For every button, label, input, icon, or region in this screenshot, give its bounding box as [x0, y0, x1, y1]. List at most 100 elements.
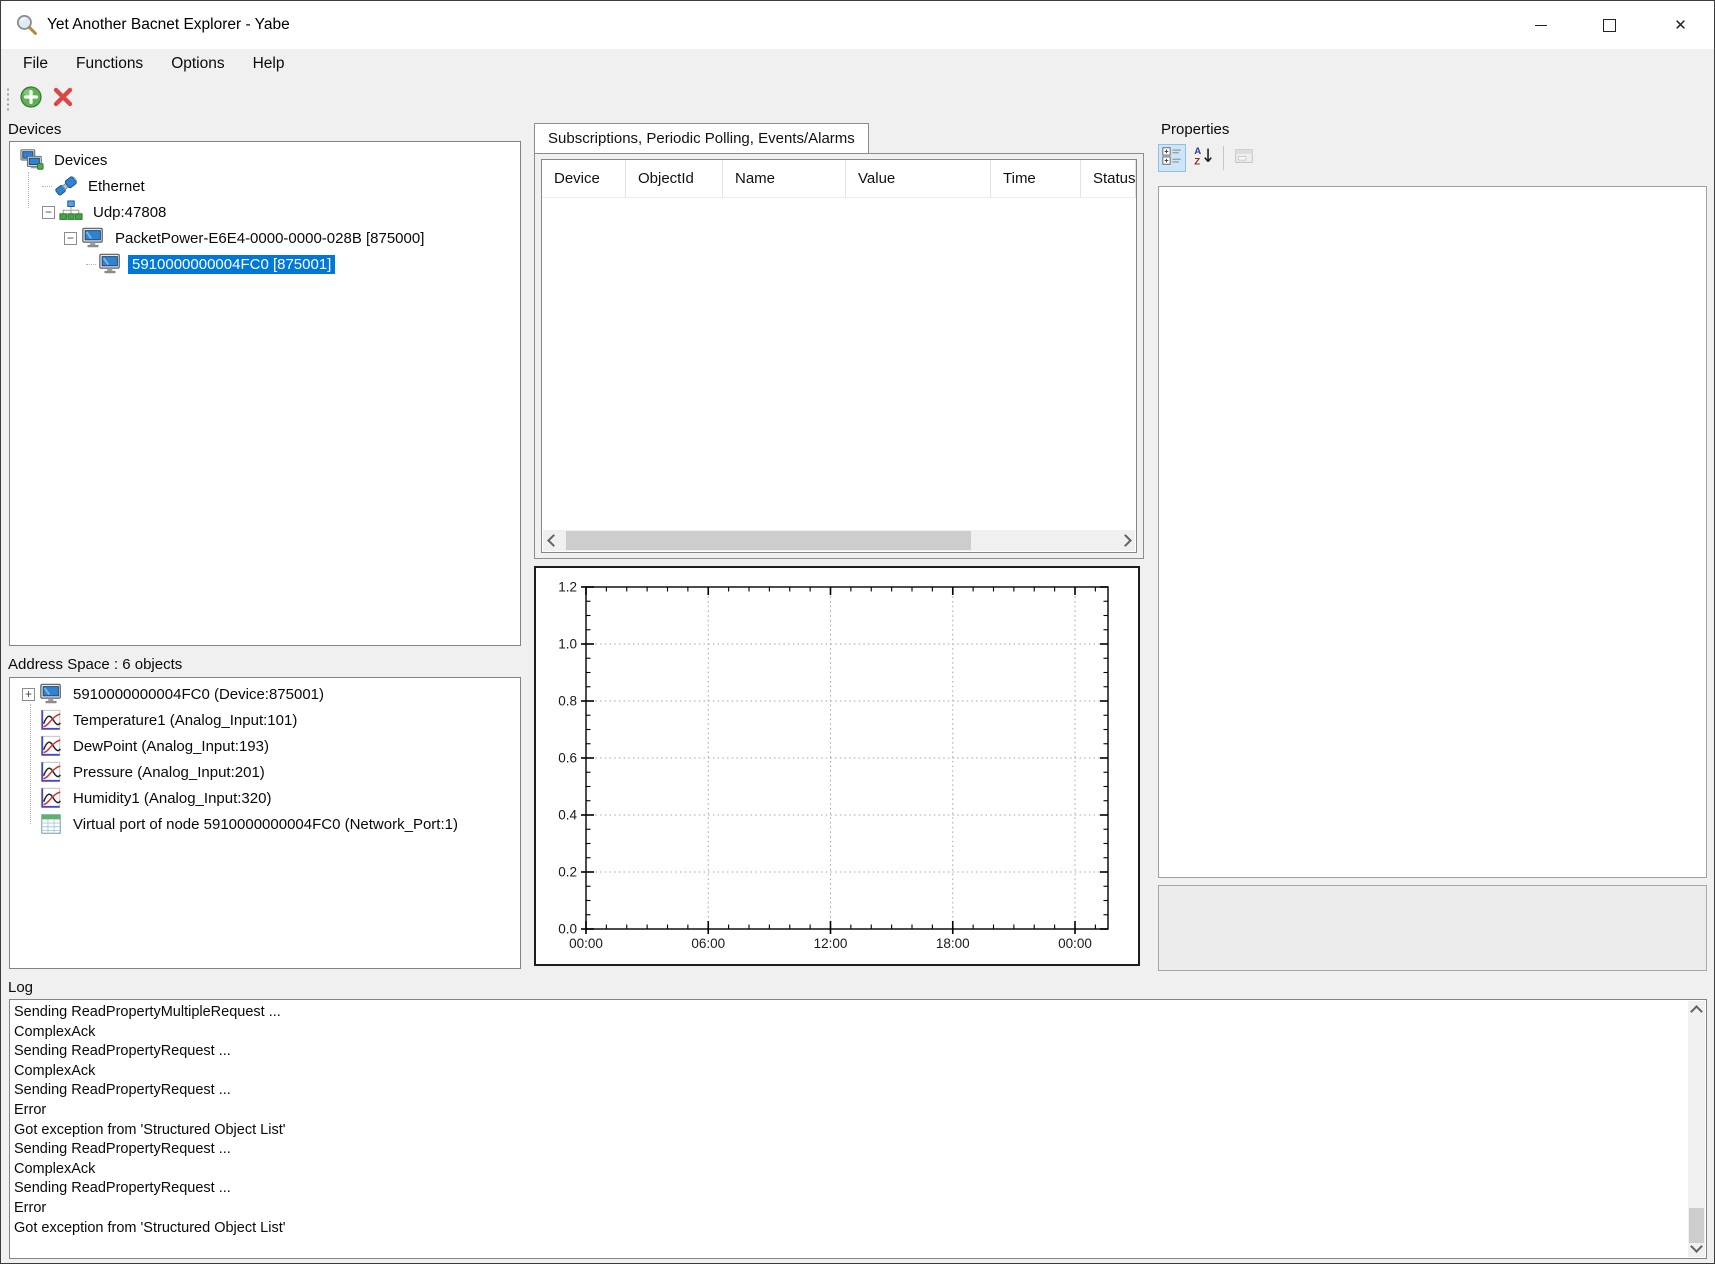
tree-item[interactable]: Temperature1 (Analog_Input:101)	[10, 707, 520, 733]
tree-item-label: Pressure (Analog_Input:201)	[69, 763, 269, 782]
column-header-objectid[interactable]: ObjectId	[626, 160, 723, 197]
maximize-button[interactable]	[1586, 1, 1633, 49]
chart-tick-label: 1.2	[558, 580, 577, 595]
tree-item[interactable]: Pressure (Analog_Input:201)	[10, 759, 520, 785]
log-line: ComplexAck	[14, 1023, 1684, 1043]
log-box: Sending ReadPropertyMultipleRequest ...C…	[9, 999, 1707, 1259]
column-header-name[interactable]: Name	[723, 160, 846, 197]
menu-file[interactable]: File	[9, 49, 62, 79]
column-header-time[interactable]: Time	[991, 160, 1081, 197]
tree-item[interactable]: +5910000000004FC0 (Device:875001)	[10, 681, 520, 707]
log-line: Sending ReadPropertyRequest ...	[14, 1179, 1684, 1199]
menu-options[interactable]: Options	[157, 49, 238, 79]
log-header: Log	[8, 979, 33, 997]
alphabetical-sort-icon: AZ	[1192, 145, 1214, 172]
chart-tick-label: 0.2	[558, 865, 577, 880]
column-header-status[interactable]: Status	[1081, 160, 1136, 197]
delete-device-button[interactable]	[49, 85, 77, 113]
tree-item-label: 5910000000004FC0 (Device:875001)	[69, 685, 328, 704]
tree-item[interactable]: Humidity1 (Analog_Input:320)	[10, 785, 520, 811]
tree-item-label: Temperature1 (Analog_Input:101)	[69, 711, 301, 730]
tree-item[interactable]: Ethernet	[10, 173, 520, 199]
log-line: Sending ReadPropertyRequest ...	[14, 1081, 1684, 1101]
column-header-value[interactable]: Value	[846, 160, 991, 197]
tree-item-label: Virtual port of node 5910000000004FC0 (N…	[69, 815, 462, 834]
log-line: Error	[14, 1101, 1684, 1121]
column-header-device[interactable]: Device	[542, 160, 626, 197]
chart-tick-label: 12:00	[814, 936, 848, 951]
tree-item-label-selected: 5910000000004FC0 [875001]	[128, 255, 335, 274]
scroll-down-arrow-icon[interactable]	[1688, 1240, 1705, 1257]
tab-subscriptions[interactable]: Subscriptions, Periodic Polling, Events/…	[534, 123, 869, 153]
chart-plot-border	[586, 587, 1108, 929]
collapse-icon[interactable]: −	[42, 206, 55, 219]
scroll-left-arrow-icon[interactable]	[543, 530, 560, 551]
delete-x-icon	[51, 85, 75, 114]
vertical-scrollbar-thumb[interactable]	[1689, 1208, 1704, 1243]
expand-icon[interactable]: +	[22, 688, 35, 701]
tree-item[interactable]: − Udp:47808	[10, 199, 520, 225]
categorized-icon	[1161, 145, 1183, 172]
vertical-scrollbar[interactable]	[1688, 1001, 1705, 1257]
maximize-icon	[1603, 19, 1616, 32]
main-toolbar	[1, 79, 1714, 120]
tree-item-label: Humidity1 (Analog_Input:320)	[69, 789, 275, 808]
table-header-row: DeviceObjectIdNameValueTimeStatus	[542, 160, 1136, 198]
tree-item[interactable]: Virtual port of node 5910000000004FC0 (N…	[10, 811, 520, 837]
close-icon: ✕	[1674, 18, 1687, 33]
chart-tick-label: 06:00	[691, 936, 725, 951]
add-circle-icon	[19, 85, 43, 114]
ethernet-icon	[54, 174, 79, 198]
tree-item[interactable]: DewPoint (Analog_Input:193)	[10, 733, 520, 759]
tree-item-label: Udp:47808	[89, 203, 170, 222]
analog-input-icon	[39, 708, 64, 732]
property-description-box	[1158, 885, 1707, 971]
alphabetical-sort-button[interactable]: AZ	[1189, 144, 1217, 172]
scroll-right-arrow-icon[interactable]	[1118, 530, 1135, 551]
horizontal-scrollbar-thumb[interactable]	[566, 531, 971, 550]
close-button[interactable]: ✕	[1657, 1, 1704, 49]
log-line: Error	[14, 1199, 1684, 1219]
tree-item-label: PacketPower-E6E4-0000-0000-028B [875000]	[111, 229, 428, 248]
log-line: Got exception from 'Structured Object Li…	[14, 1121, 1684, 1141]
property-grid[interactable]	[1158, 186, 1707, 878]
chart-tick-label: 0.0	[558, 922, 577, 937]
chart-tick-label: 18:00	[936, 936, 970, 951]
devices-header: Devices	[8, 121, 61, 139]
address-space-tree: +5910000000004FC0 (Device:875001) Tempera…	[9, 677, 521, 969]
minimize-button[interactable]	[1517, 1, 1564, 49]
horizontal-scrollbar[interactable]	[543, 530, 1135, 551]
log-line: ComplexAck	[14, 1160, 1684, 1180]
chart-tick-label: 0.8	[558, 694, 577, 709]
yabe-window: Yet Another Bacnet Explorer - Yabe ✕ Fil…	[0, 0, 1715, 1264]
tree-item-label: Ethernet	[84, 177, 149, 196]
menu-functions[interactable]: Functions	[62, 49, 157, 79]
magnifier-app-icon	[14, 12, 39, 37]
add-device-button[interactable]	[17, 85, 45, 113]
menu-help[interactable]: Help	[239, 49, 299, 79]
tree-item[interactable]: − PacketPower-E6E4-0000-0000-028B [875000…	[10, 225, 520, 251]
subscriptions-panel: DeviceObjectIdNameValueTimeStatus	[534, 153, 1144, 559]
log-line: Sending ReadPropertyMultipleRequest ...	[14, 1003, 1684, 1023]
tree-item[interactable]: 5910000000004FC0 [875001]	[10, 251, 520, 277]
tree-connector	[86, 264, 96, 265]
device-monitor-icon	[81, 226, 106, 250]
collapse-icon[interactable]: −	[64, 232, 77, 245]
log-lines: Sending ReadPropertyMultipleRequest ...C…	[14, 1003, 1684, 1256]
log-line: ComplexAck	[14, 1062, 1684, 1082]
scroll-up-arrow-icon[interactable]	[1688, 1001, 1705, 1018]
svg-text:Z: Z	[1194, 156, 1200, 167]
subscriptions-table: DeviceObjectIdNameValueTimeStatus	[541, 159, 1137, 553]
log-line: Got exception from 'Structured Object Li…	[14, 1219, 1684, 1239]
network-port-icon	[39, 812, 64, 836]
udp-network-icon	[59, 200, 84, 224]
tree-guide-line	[28, 172, 29, 208]
chart-tick-label: 00:00	[1058, 936, 1092, 951]
categorized-button[interactable]	[1158, 144, 1186, 172]
properties-toolbar: AZ	[1158, 143, 1261, 173]
property-pages-icon	[1233, 145, 1255, 172]
toolbar-grip[interactable]	[6, 87, 10, 113]
tree-item[interactable]: Devices	[10, 147, 520, 173]
analog-input-icon	[39, 734, 64, 758]
tree-item-label: Devices	[50, 151, 111, 170]
